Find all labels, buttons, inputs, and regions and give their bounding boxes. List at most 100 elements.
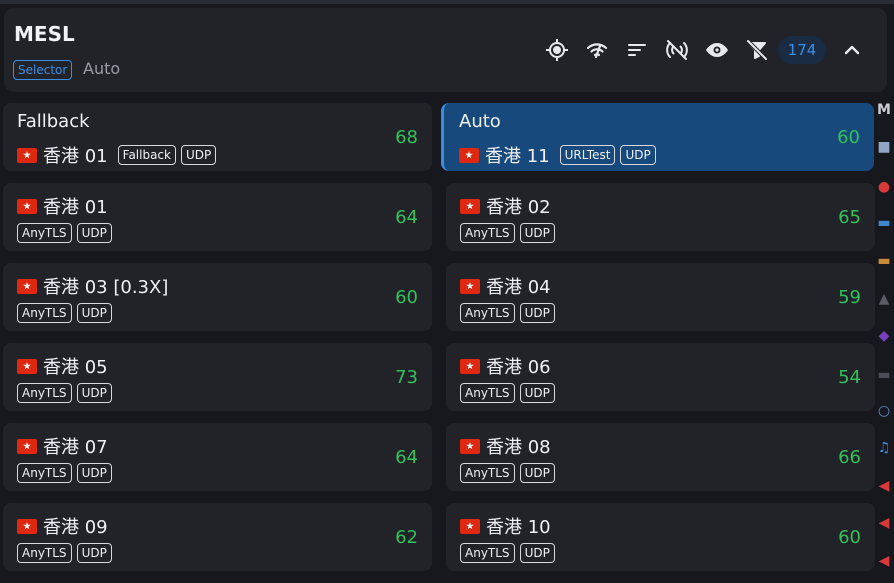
proxy-card[interactable]: 香港 03 [0.3X] AnyTLS UDP 60 (3, 263, 432, 331)
sub-node: 香港 11 (459, 142, 550, 168)
latency[interactable]: 54 (838, 367, 861, 388)
card-tags: AnyTLS UDP (17, 223, 112, 243)
card-sub: 香港 01 Fallback UDP (17, 142, 217, 168)
devil-icon[interactable]: ◆ (875, 328, 893, 344)
latency[interactable]: 59 (838, 287, 861, 308)
proxy-card[interactable]: 香港 08 AnyTLS UDP 66 (446, 423, 875, 491)
card-sub: 香港 11 URLTest UDP (459, 142, 656, 168)
hong-kong-flag-icon (17, 278, 37, 294)
card-name: 香港 06 (486, 357, 551, 378)
card-name: 香港 01 (43, 197, 108, 218)
proxy-card[interactable]: 香港 01 AnyTLS UDP 64 (3, 183, 432, 251)
tag: AnyTLS (17, 463, 72, 483)
hong-kong-flag-icon (460, 438, 480, 454)
latency[interactable]: 65 (838, 207, 861, 228)
latency[interactable]: 64 (395, 207, 418, 228)
card-title-row: 香港 07 (17, 433, 108, 459)
card-title-row: 香港 03 [0.3X] (17, 273, 168, 299)
music-icon[interactable]: ♫ (875, 440, 893, 456)
card-tags: AnyTLS UDP (460, 543, 555, 563)
monitor-icon[interactable]: ▬ (875, 215, 893, 231)
tag: AnyTLS (460, 543, 515, 563)
tag: AnyTLS (460, 303, 515, 323)
hong-kong-flag-icon (17, 438, 37, 454)
megaphone-icon[interactable]: ◀ (875, 553, 893, 569)
tag: UDP (519, 543, 555, 563)
latency[interactable]: 60 (838, 527, 861, 548)
card-name: 香港 08 (486, 437, 551, 458)
tag: UDP (76, 383, 112, 403)
latency[interactable]: 68 (395, 127, 418, 148)
card-title-row: 香港 01 (17, 193, 108, 219)
signal-off-icon[interactable] (665, 38, 689, 62)
group-type-badge: Selector (13, 60, 73, 80)
tag: UDP (519, 223, 555, 243)
current-selection: Auto (83, 59, 121, 78)
locate-icon[interactable] (545, 38, 569, 62)
tag: URLTest (559, 145, 616, 165)
tag: UDP (519, 463, 555, 483)
hong-kong-flag-icon (460, 278, 480, 294)
robot-icon[interactable]: ■ (875, 139, 893, 155)
card-title-row: 香港 02 (460, 193, 551, 219)
card-tags: AnyTLS UDP (460, 383, 555, 403)
card-name: 香港 07 (43, 437, 108, 458)
game-icon[interactable]: ▲ (875, 291, 893, 307)
card-name: 香港 09 (43, 517, 108, 538)
proxy-card[interactable]: 香港 09 AnyTLS UDP 62 (3, 503, 432, 571)
card-title-row: 香港 08 (460, 433, 551, 459)
proxy-count-badge: 174 (778, 36, 826, 64)
wallet-icon[interactable]: ▬ (875, 253, 893, 269)
proxy-card[interactable]: 香港 10 AnyTLS UDP 60 (446, 503, 875, 571)
tag: UDP (620, 145, 656, 165)
tag: AnyTLS (17, 303, 72, 323)
card-tags: AnyTLS UDP (460, 303, 555, 323)
card-name: 香港 02 (486, 197, 551, 218)
tag: Fallback (117, 145, 176, 165)
letter-m-icon[interactable]: M (875, 102, 893, 118)
proxy-card[interactable]: 香港 05 AnyTLS UDP 73 (3, 343, 432, 411)
proxy-card[interactable]: 香港 06 AnyTLS UDP 54 (446, 343, 875, 411)
tag: AnyTLS (17, 543, 72, 563)
tag: UDP (76, 223, 112, 243)
proxy-card-fallback[interactable]: Fallback 香港 01 Fallback UDP 68 (3, 103, 432, 171)
sort-icon[interactable] (625, 38, 649, 62)
megaphone-icon[interactable]: ◀ (875, 515, 893, 531)
proxy-card[interactable]: 香港 07 AnyTLS UDP 64 (3, 423, 432, 491)
latency[interactable]: 60 (837, 127, 860, 148)
card-name: Fallback (17, 111, 90, 132)
apple-icon[interactable]: ● (875, 179, 893, 195)
latency[interactable]: 73 (395, 367, 418, 388)
top-divider (0, 0, 894, 4)
filter-off-icon[interactable] (745, 38, 769, 62)
tag: AnyTLS (17, 383, 72, 403)
card-tags: AnyTLS UDP (17, 383, 112, 403)
eye-icon[interactable] (705, 38, 729, 62)
card-name: 香港 04 (486, 277, 551, 298)
proxy-card[interactable]: 香港 02 AnyTLS UDP 65 (446, 183, 875, 251)
latency[interactable]: 66 (838, 447, 861, 468)
hong-kong-flag-icon (459, 147, 479, 163)
tag: AnyTLS (460, 223, 515, 243)
hong-kong-flag-icon (17, 518, 37, 534)
tag: UDP (519, 303, 555, 323)
magnifier-icon[interactable]: ○ (875, 403, 893, 419)
card-tags: AnyTLS UDP (17, 303, 112, 323)
hong-kong-flag-icon (17, 358, 37, 374)
proxy-group-header[interactable]: MESL Selector Auto 174 (4, 8, 887, 92)
latency[interactable]: 62 (395, 527, 418, 548)
card-name: 香港 05 (43, 357, 108, 378)
proxy-card-auto[interactable]: Auto 香港 11 URLTest UDP 60 (441, 103, 874, 171)
controller-icon[interactable]: ▬ (875, 367, 893, 383)
latency[interactable]: 60 (395, 287, 418, 308)
hong-kong-flag-icon (17, 147, 37, 163)
chevron-up-icon[interactable] (840, 38, 864, 62)
proxy-card[interactable]: 香港 04 AnyTLS UDP 59 (446, 263, 875, 331)
megaphone-icon[interactable]: ◀ (875, 478, 893, 494)
tag: UDP (519, 383, 555, 403)
speed-test-icon[interactable] (585, 38, 609, 62)
card-name: 香港 03 [0.3X] (43, 277, 169, 298)
latency[interactable]: 64 (395, 447, 418, 468)
sub-node: 香港 01 (17, 142, 108, 168)
card-tags: AnyTLS UDP (17, 543, 112, 563)
